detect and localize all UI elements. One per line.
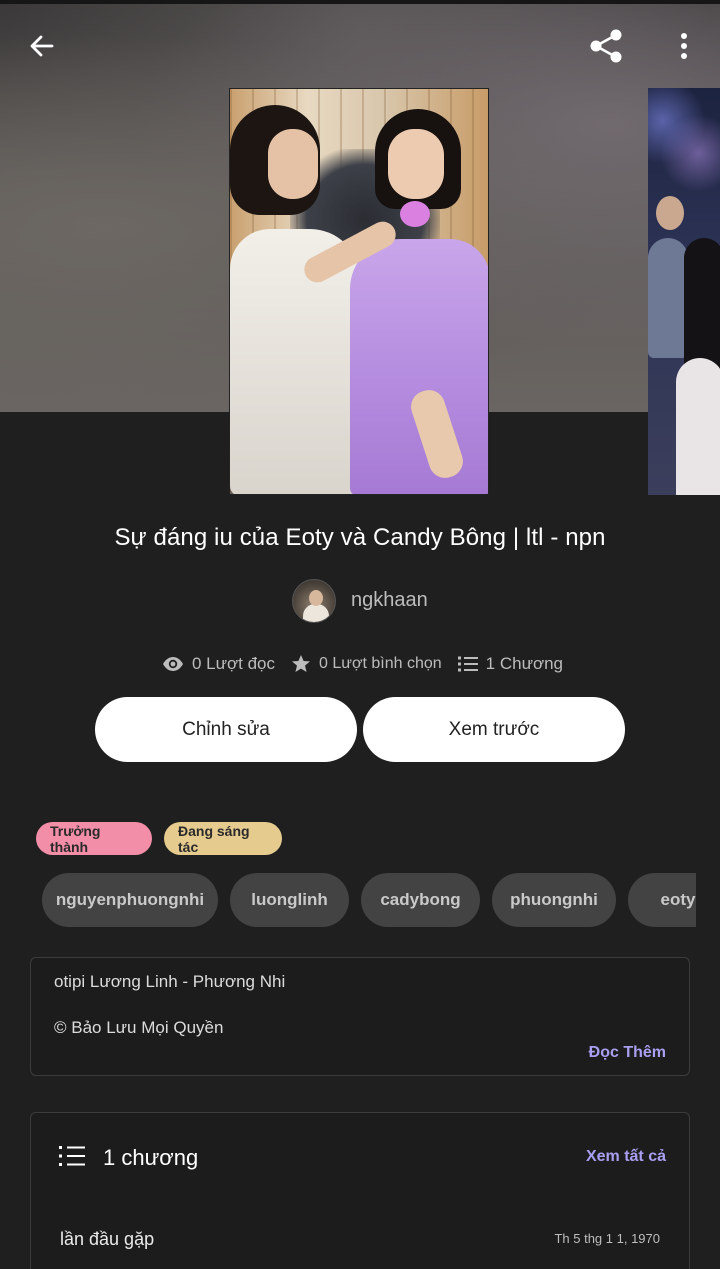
votes-stat: 0 Lượt bình chọn [291,654,442,674]
votes-label: 0 Lượt bình chọn [319,655,442,672]
share-button[interactable] [586,26,626,66]
copyright-text: © Bảo Lưu Mọi Quyền [54,1018,224,1037]
eye-icon [163,657,183,671]
chapter-title: lần đầu gặp [60,1229,155,1249]
cover-figure-left-face [268,129,318,199]
tag-eoty[interactable]: eoty [628,873,696,927]
story-title: Sự đáng iu của Eoty và Candy Bông | ltl … [114,524,606,551]
avatar-body [303,603,329,622]
list-icon [59,1146,85,1166]
cover2-lights [648,88,720,251]
list-icon [457,656,478,672]
cover2-dress [676,358,720,495]
more-vertical-icon [681,33,687,59]
see-all-link[interactable]: Xem tất cả [586,1148,666,1166]
read-more-link[interactable]: Đọc Thêm [589,1044,666,1062]
cover-flower [400,201,430,227]
preview-button[interactable]: Xem trước [363,697,625,762]
author-link[interactable]: ngkhaan [292,578,428,623]
avatar [292,578,336,623]
next-cover-image[interactable] [648,88,720,495]
avatar-face [309,589,323,606]
share-icon [590,29,622,63]
mature-badge: Trưởng thành [36,822,152,855]
description-card: otipi Lương Linh - Phương Nhi © Bảo Lưu … [30,957,690,1076]
back-button[interactable] [22,26,62,66]
story-cover-image[interactable] [229,88,489,495]
story-details-page: Sự đáng iu của Eoty và Candy Bông | ltl … [0,0,720,1269]
description-text: otipi Lương Linh - Phương Nhi [54,972,286,991]
tag-cadybong[interactable]: cadybong [361,873,480,927]
more-options-button[interactable] [664,26,704,66]
tag-list: nguyenphuongnhi luonglinh cadybong phuon… [0,873,696,927]
cover2-person-body [648,238,688,358]
cover-figure-right-face [388,129,444,199]
arrow-left-icon [30,35,54,57]
chapters-stat: 1 Chương [457,654,564,674]
chapter-date: Th 5 thg 1 1, 1970 [554,1231,660,1246]
reads-stat: 0 Lượt đọc [162,654,275,674]
story-stats: 0 Lượt đọc 0 Lượt bình chọn 1 Chương [162,651,563,677]
tag-luonglinh[interactable]: luonglinh [230,873,349,927]
ongoing-badge: Đang sáng tác [164,822,282,855]
reads-label: 0 Lượt đọc [192,654,276,673]
edit-button[interactable]: Chỉnh sửa [95,697,357,762]
cover-figure-right-dress [350,239,488,494]
chapters-card: 1 chương Xem tất cả lần đầu gặp Th 5 thg… [30,1112,690,1269]
author-name: ngkhaan [351,589,428,611]
star-icon [292,655,311,672]
tag-nguyenphuongnhi[interactable]: nguyenphuongnhi [42,873,218,927]
tag-phuongnhi[interactable]: phuongnhi [492,873,616,927]
cover2-person-head [656,196,684,230]
chapters-label: 1 Chương [485,654,564,673]
chapter-row[interactable]: lần đầu gặp Th 5 thg 1 1, 1970 [31,1219,689,1259]
chapter-count: 1 chương [103,1145,199,1170]
